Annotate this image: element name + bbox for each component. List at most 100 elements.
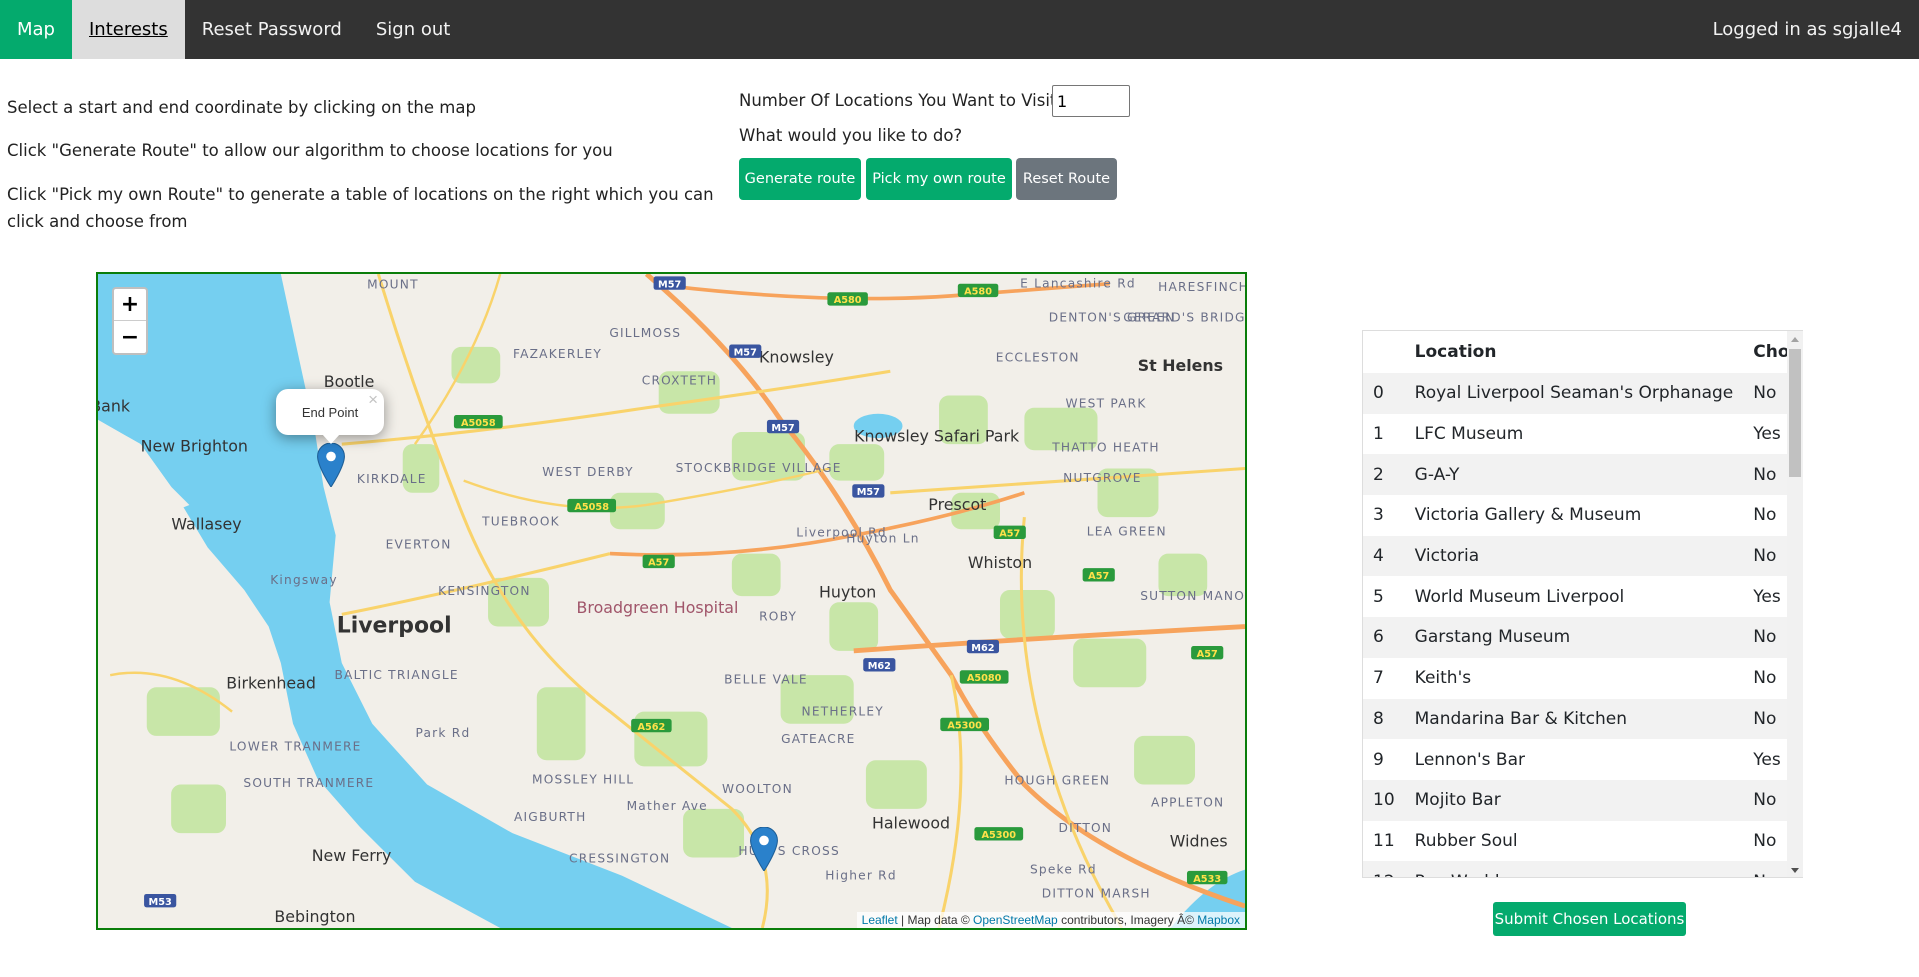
park-area xyxy=(683,808,745,858)
place-label: HOUGH GREEN xyxy=(1004,774,1110,788)
nav-map[interactable]: Map xyxy=(0,0,72,59)
start-marker-icon[interactable] xyxy=(749,827,779,871)
nav-interests[interactable]: Interests xyxy=(72,0,185,59)
place-label: DITTON xyxy=(1059,821,1113,835)
pick-own-route-button[interactable]: Pick my own route xyxy=(866,158,1012,200)
place-label: LOWER TRANMERE xyxy=(229,740,361,754)
nav-sign-out[interactable]: Sign out xyxy=(359,0,467,59)
cell-location: Mandarina Bar & Kitchen xyxy=(1404,698,1744,740)
place-label: Huyton Ln xyxy=(846,532,919,546)
park-area xyxy=(829,602,879,651)
map[interactable]: MOUNT GILLMOSS FAZAKERLEY CROXTETH Knowsley E… xyxy=(96,272,1247,930)
table-row[interactable]: 10 Mojito Bar No xyxy=(1363,779,1803,821)
cell-index: 10 xyxy=(1363,779,1405,821)
place-label: BELLE VALE xyxy=(724,673,808,687)
place-label: Knowsley Safari Park xyxy=(854,427,1020,446)
end-point-popup: End Point × xyxy=(276,389,384,444)
reset-route-button[interactable]: Reset Route xyxy=(1016,158,1117,200)
map-tiles[interactable]: MOUNT GILLMOSS FAZAKERLEY CROXTETH Knowsley E… xyxy=(98,274,1245,928)
table-row[interactable]: 8 Mandarina Bar & Kitchen No xyxy=(1363,698,1803,740)
table-row[interactable]: 11 Rubber Soul No xyxy=(1363,821,1803,862)
cell-index: 6 xyxy=(1363,617,1405,658)
road-shield-label: M57 xyxy=(771,423,794,434)
navbar: Map Interests Reset Password Sign out Lo… xyxy=(0,0,1919,59)
cell-index: 7 xyxy=(1373,668,1384,689)
place-label: Birkenhead xyxy=(226,674,316,693)
road-shield-label: A5300 xyxy=(947,721,982,732)
scrollbar-thumb[interactable] xyxy=(1789,349,1801,477)
place-label: KENSINGTON xyxy=(438,584,531,598)
table-row[interactable]: 2 G-A-Y No xyxy=(1363,454,1803,496)
road-shield-label: M53 xyxy=(149,897,172,908)
cell-location: Pop World xyxy=(1404,861,1744,877)
place-label: APPLETON xyxy=(1151,795,1224,809)
osm-link[interactable]: OpenStreetMap xyxy=(973,913,1058,927)
table-row[interactable]: 1 LFC Museum Yes xyxy=(1363,414,1803,455)
park-area xyxy=(171,784,226,834)
road-shield-label: M57 xyxy=(857,487,880,498)
locations-table-container[interactable]: Location Chosen 0Royal Liverpool Seaman'… xyxy=(1362,330,1803,878)
popup-close-icon[interactable]: × xyxy=(368,390,378,410)
park-area xyxy=(609,492,665,530)
end-marker-icon[interactable] xyxy=(316,443,346,487)
place-label: Kingsway xyxy=(270,573,338,587)
cell-location: Keith's xyxy=(1414,668,1472,689)
cell-index: 11 xyxy=(1373,830,1395,851)
road-shield-label: A57 xyxy=(999,529,1020,540)
zoom-in-button[interactable]: + xyxy=(114,289,146,321)
submit-chosen-locations-button[interactable]: Submit Chosen Locations xyxy=(1493,902,1686,936)
place-label: DITTON MARSH xyxy=(1042,887,1151,901)
place-label: GERARD'S BRIDGE xyxy=(1123,310,1245,324)
cell-location: World Museum Liverpool xyxy=(1414,586,1625,607)
park-area xyxy=(865,760,927,809)
place-label: WOOLTON xyxy=(722,782,793,796)
mapbox-link[interactable]: Mapbox xyxy=(1197,913,1240,927)
cell-location: Victoria Gallery & Museum xyxy=(1414,505,1642,526)
locations-table: Location Chosen 0Royal Liverpool Seaman'… xyxy=(1363,331,1803,877)
scroll-down-icon[interactable] xyxy=(1791,868,1799,873)
table-row[interactable]: 0 Royal Liverpool Seaman's Orphanage No xyxy=(1363,373,1803,414)
road-shield-label: A562 xyxy=(637,722,665,733)
scroll-up-icon[interactable] xyxy=(1791,337,1799,342)
num-locations-input[interactable] xyxy=(1052,85,1130,117)
generate-route-button[interactable]: Generate route xyxy=(739,158,861,200)
table-row[interactable]: 3 Victoria Gallery & Museum No xyxy=(1363,495,1803,536)
place-label: Knowsley xyxy=(759,348,834,367)
place-label: Wallasey xyxy=(171,514,241,533)
place-label: NUTGROVE xyxy=(1063,471,1141,485)
road-shield-label: M57 xyxy=(734,347,757,358)
table-row[interactable]: 4 Victoria No xyxy=(1363,535,1803,577)
place-label: LEA GREEN xyxy=(1087,524,1167,538)
nav-reset-password[interactable]: Reset Password xyxy=(185,0,359,59)
cell-index: 0 xyxy=(1363,373,1405,414)
place-label: Widnes xyxy=(1170,832,1228,851)
table-row[interactable]: 5 World Museum Liverpool Yes xyxy=(1363,576,1803,617)
leaflet-link[interactable]: Leaflet xyxy=(862,913,898,927)
table-row[interactable]: 12Pop WorldNo xyxy=(1363,861,1803,877)
popup-text: End Point xyxy=(301,404,359,420)
road-shield-label: A580 xyxy=(834,295,862,306)
question-label: What would you like to do? xyxy=(739,126,963,145)
table-row[interactable]: 7 Keith's No xyxy=(1363,658,1803,699)
park-area xyxy=(1134,735,1196,785)
zoom-out-button[interactable]: − xyxy=(114,321,146,353)
place-label: Halewood xyxy=(872,813,950,832)
place-label: ROBY xyxy=(759,609,797,623)
place-label: Park Rd xyxy=(416,726,471,740)
place-label: New Ferry xyxy=(312,846,392,865)
table-scrollbar[interactable] xyxy=(1787,331,1803,877)
road-shield-label: A57 xyxy=(648,558,669,569)
table-row[interactable]: 9 Lennon's Bar Yes xyxy=(1363,739,1803,780)
place-label: GILLMOSS xyxy=(609,326,681,340)
header-location: Location xyxy=(1414,342,1497,362)
map-attribution: Leaflet | Map data © OpenStreetMap contr… xyxy=(856,912,1245,928)
place-label: Prescot xyxy=(928,495,986,514)
park-area xyxy=(999,590,1055,639)
attr-text: | Map data © xyxy=(897,913,974,927)
table-row[interactable]: 6 Garstang Museum No xyxy=(1363,617,1803,658)
place-label: St Helens xyxy=(1138,356,1223,375)
zoom-control: + − xyxy=(112,287,148,355)
place-label: Whiston xyxy=(968,553,1032,572)
place-label: Broadgreen Hospital xyxy=(577,598,739,617)
attr-text-2: contributors, Imagery Â© xyxy=(1057,913,1198,927)
